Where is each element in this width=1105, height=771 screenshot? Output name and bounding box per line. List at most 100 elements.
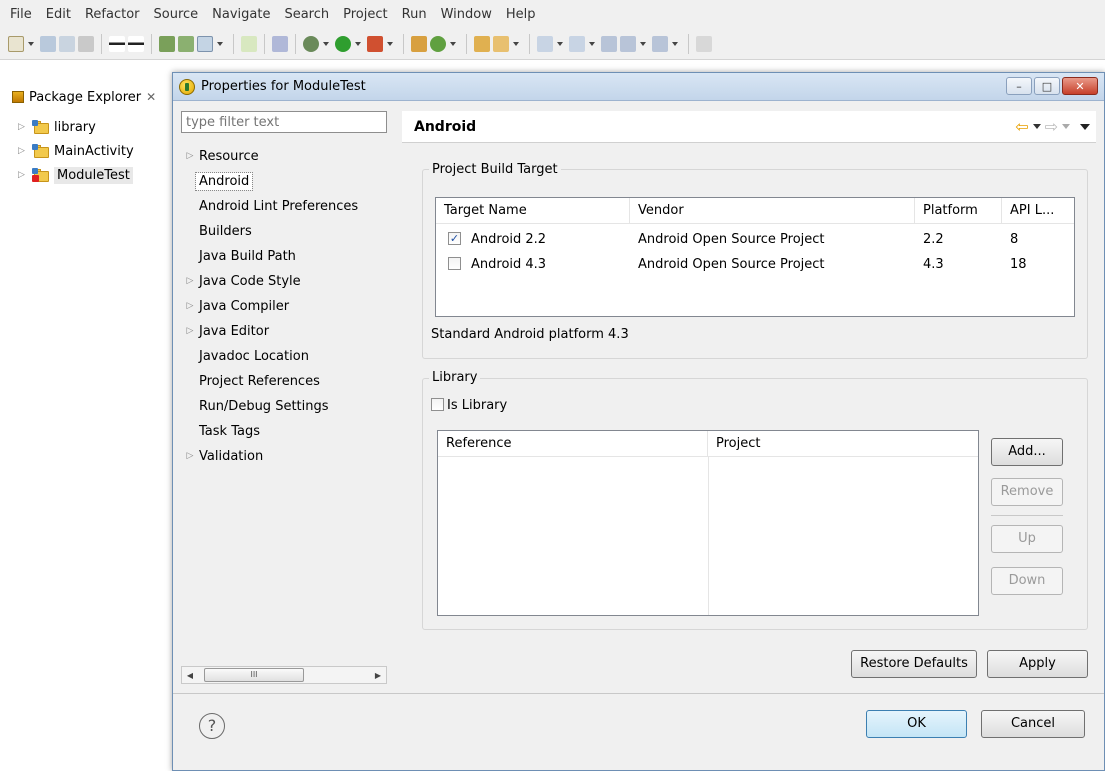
- debug-dropdown-icon[interactable]: [323, 41, 329, 46]
- pin-editor-icon[interactable]: [696, 35, 712, 52]
- nav-item-resource[interactable]: ▷ Resource: [181, 145, 259, 167]
- search-dropdown-icon[interactable]: [513, 41, 519, 46]
- nav-item-run-debug[interactable]: Run/Debug Settings: [181, 395, 329, 417]
- expand-arrow-icon[interactable]: ▷: [181, 301, 199, 311]
- column-target-name[interactable]: Target Name: [436, 198, 630, 224]
- column-vendor[interactable]: Vendor: [630, 198, 915, 224]
- scroll-left-icon[interactable]: ◀: [182, 671, 198, 680]
- nav-item-java-compiler[interactable]: ▷ Java Compiler: [181, 295, 290, 317]
- tree-horizontal-scrollbar[interactable]: ◀ III ▶: [181, 666, 387, 684]
- expand-arrow-icon[interactable]: ▷: [181, 276, 199, 286]
- nav-item-java-code-style[interactable]: ▷ Java Code Style: [181, 270, 301, 292]
- help-icon[interactable]: ?: [199, 713, 225, 739]
- checklist-icon[interactable]: [197, 35, 213, 52]
- nav-item-javadoc-location[interactable]: Javadoc Location: [181, 345, 309, 367]
- nav-item-android[interactable]: Android: [181, 170, 254, 192]
- restore-defaults-button[interactable]: Restore Defaults: [851, 650, 977, 678]
- run-dropdown-icon[interactable]: [355, 41, 361, 46]
- menu-edit[interactable]: Edit: [40, 7, 79, 22]
- is-library-option[interactable]: Is Library: [431, 398, 507, 413]
- expand-arrow-icon[interactable]: ▷: [181, 326, 199, 336]
- prev-annotation-icon[interactable]: [569, 35, 585, 52]
- ok-button[interactable]: OK: [866, 710, 967, 738]
- apply-button[interactable]: Apply: [987, 650, 1088, 678]
- maximize-button[interactable]: □: [1034, 77, 1060, 95]
- expand-arrow-icon[interactable]: ▷: [181, 451, 199, 461]
- next-annotation-icon[interactable]: [537, 35, 553, 52]
- toggle-breakpoint-icon[interactable]: [272, 35, 288, 52]
- scroll-right-icon[interactable]: ▶: [370, 671, 386, 680]
- column-platform[interactable]: Platform: [915, 198, 1002, 224]
- debug-icon[interactable]: [303, 35, 319, 52]
- menu-refactor[interactable]: Refactor: [79, 7, 148, 22]
- column-reference[interactable]: Reference: [438, 431, 708, 457]
- checklist-dropdown-icon[interactable]: [217, 41, 223, 46]
- nav-item-android-lint[interactable]: Android Lint Preferences: [181, 195, 358, 217]
- back-dropdown-icon[interactable]: [1032, 124, 1041, 129]
- run-icon[interactable]: [335, 35, 351, 52]
- open-type-icon[interactable]: [474, 35, 490, 52]
- expand-arrow-icon[interactable]: ▷: [181, 151, 199, 161]
- external-tools-icon[interactable]: [367, 35, 383, 52]
- menu-search[interactable]: Search: [278, 7, 337, 22]
- expand-arrow-icon[interactable]: ▷: [18, 146, 28, 156]
- project-item-library[interactable]: ▷ library: [18, 116, 96, 138]
- nav-item-builders[interactable]: Builders: [181, 220, 252, 242]
- project-item-moduletest[interactable]: ▷ ModuleTest: [18, 164, 133, 186]
- android-avd-icon[interactable]: [178, 35, 194, 52]
- library-reference-table[interactable]: Reference Project: [437, 430, 979, 616]
- new-dropdown-icon[interactable]: [28, 41, 34, 46]
- nav-item-java-build-path[interactable]: Java Build Path: [181, 245, 296, 267]
- print-icon[interactable]: [78, 35, 94, 52]
- dialog-titlebar[interactable]: Properties for ModuleTest – □ ✕: [173, 73, 1104, 101]
- close-icon[interactable]: ✕: [146, 90, 156, 104]
- new-class-icon[interactable]: [430, 35, 446, 52]
- project-item-mainactivity[interactable]: ▷ MainActivity: [18, 140, 134, 162]
- target-checkbox[interactable]: [448, 257, 461, 270]
- up-library-button[interactable]: Up: [991, 525, 1063, 553]
- forward-arrow-icon[interactable]: ⇨: [1045, 117, 1058, 136]
- new-file-icon[interactable]: [8, 35, 24, 52]
- menu-project[interactable]: Project: [337, 7, 395, 22]
- download-icon[interactable]: [128, 35, 144, 52]
- expand-arrow-icon[interactable]: ▷: [18, 170, 28, 180]
- table-row[interactable]: ✓ Android 2.2 Android Open Source Project…: [436, 228, 1074, 252]
- remove-library-button[interactable]: Remove: [991, 478, 1063, 506]
- menu-navigate[interactable]: Navigate: [206, 7, 278, 22]
- filter-input[interactable]: [181, 111, 387, 133]
- close-button[interactable]: ✕: [1062, 77, 1098, 95]
- down-library-button[interactable]: Down: [991, 567, 1063, 595]
- external-tools-dropdown-icon[interactable]: [387, 41, 393, 46]
- lint-icon[interactable]: [241, 35, 257, 52]
- nav-item-task-tags[interactable]: Task Tags: [181, 420, 260, 442]
- forward-dropdown-icon[interactable]: [672, 41, 678, 46]
- search-tool-icon[interactable]: [493, 35, 509, 52]
- upload-icon[interactable]: [109, 35, 125, 52]
- save-icon[interactable]: [40, 35, 56, 52]
- new-class-dropdown-icon[interactable]: [450, 41, 456, 46]
- scroll-thumb[interactable]: III: [204, 668, 304, 682]
- nav-item-project-references[interactable]: Project References: [181, 370, 320, 392]
- menu-window[interactable]: Window: [435, 7, 500, 22]
- menu-run[interactable]: Run: [396, 7, 435, 22]
- column-api-level[interactable]: API L...: [1002, 198, 1074, 224]
- new-package-icon[interactable]: [411, 35, 427, 52]
- build-target-table[interactable]: Target Name Vendor Platform API L... ✓ An…: [435, 197, 1075, 317]
- nav-item-java-editor[interactable]: ▷ Java Editor: [181, 320, 270, 342]
- minimize-button[interactable]: –: [1006, 77, 1032, 95]
- expand-arrow-icon[interactable]: ▷: [18, 122, 28, 132]
- prev-annotation-dropdown-icon[interactable]: [589, 41, 595, 46]
- next-annotation-dropdown-icon[interactable]: [557, 41, 563, 46]
- view-menu-icon[interactable]: [1080, 123, 1090, 130]
- is-library-checkbox[interactable]: [431, 398, 444, 411]
- add-library-button[interactable]: Add...: [991, 438, 1063, 466]
- nav-item-validation[interactable]: ▷ Validation: [181, 445, 264, 467]
- save-all-icon[interactable]: [59, 35, 75, 52]
- column-project[interactable]: Project: [708, 431, 978, 457]
- menu-help[interactable]: Help: [500, 7, 544, 22]
- package-explorer-tab[interactable]: Package Explorer ✕: [12, 86, 156, 108]
- back-arrow-icon[interactable]: ⇦: [1015, 117, 1028, 136]
- forward-icon[interactable]: [652, 35, 668, 52]
- back-history-icon[interactable]: [620, 35, 636, 52]
- cancel-button[interactable]: Cancel: [981, 710, 1085, 738]
